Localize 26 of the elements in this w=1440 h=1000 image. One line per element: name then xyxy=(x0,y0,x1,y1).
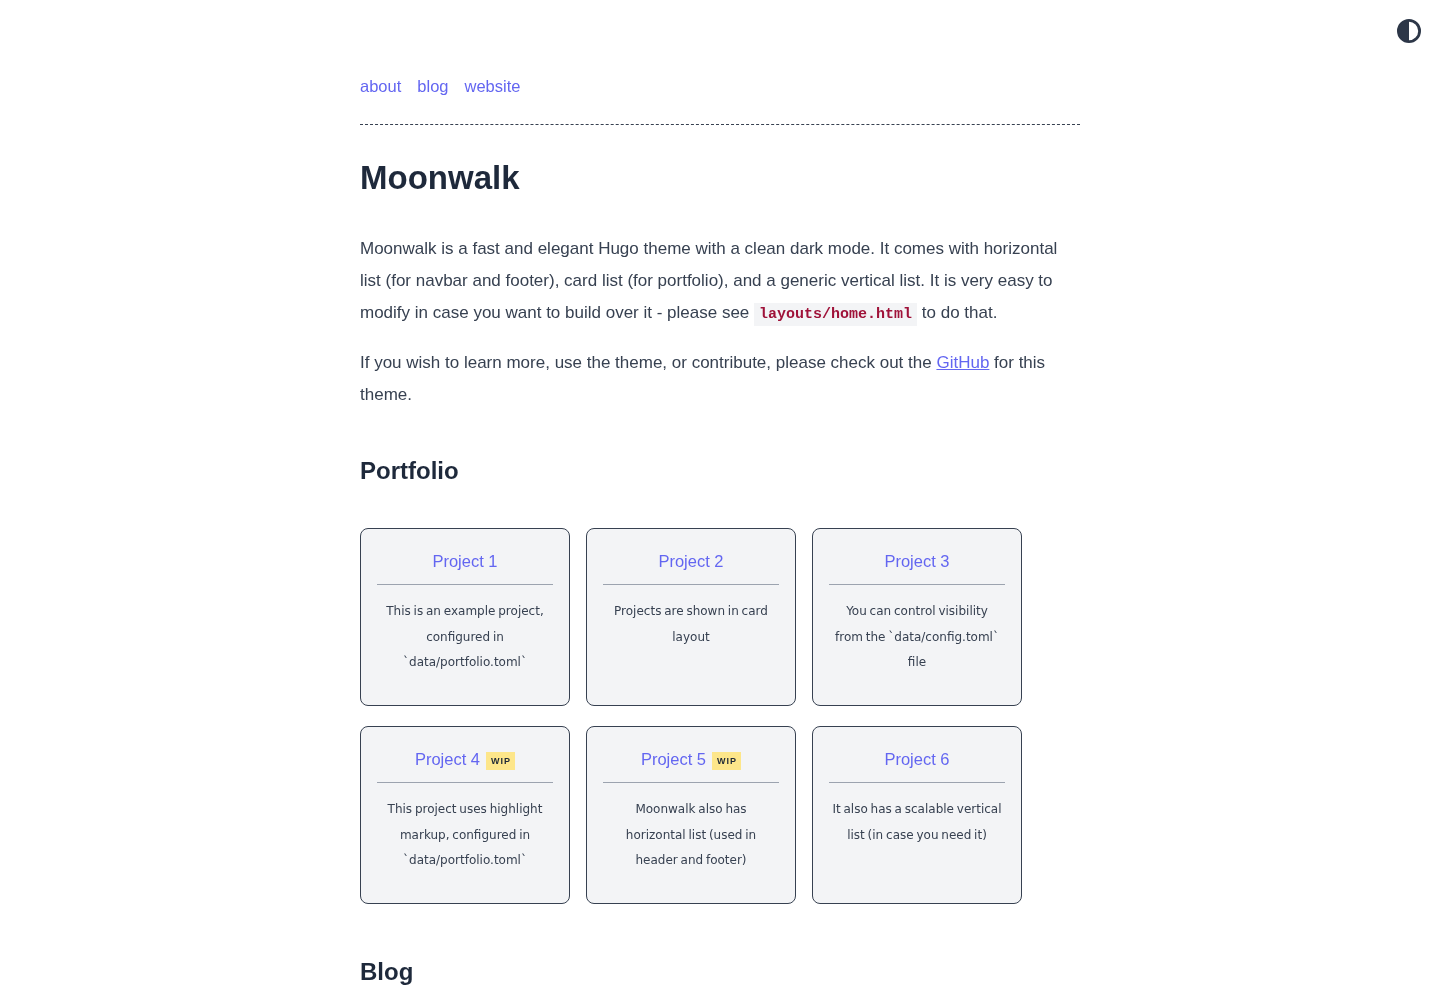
project-link[interactable]: Project 2 xyxy=(658,549,724,573)
inline-code: layouts/home.html xyxy=(754,303,918,326)
nav-link[interactable]: website xyxy=(464,74,521,98)
theme-toggle-button[interactable] xyxy=(1397,19,1421,43)
contrast-icon xyxy=(1397,19,1421,43)
nav-link[interactable]: about xyxy=(360,74,402,98)
project-link[interactable]: Project 5 xyxy=(640,747,707,771)
page-title: Moonwalk xyxy=(360,158,521,198)
status-badge: WIP xyxy=(712,751,742,770)
project-description: It also has a scalable vertical list (in case you need it) xyxy=(831,801,1003,844)
project-description: Projects are shown in card layout xyxy=(613,603,769,646)
intro-paragraph: If you wish to learn more, use the theme, or contribute, please check out the GitHub for this theme. xyxy=(360,352,1047,406)
project-description: You can control visibility from the `data/config.toml` file xyxy=(834,603,1000,671)
nav-link[interactable]: blog xyxy=(417,74,449,98)
inline-link[interactable]: GitHub xyxy=(936,353,990,372)
section-heading: Blog xyxy=(360,957,415,987)
project-description: Moonwalk also has horizontal list (used in header and footer) xyxy=(624,801,758,869)
project-link[interactable]: Project 1 xyxy=(432,549,498,573)
status-badge: WIP xyxy=(486,751,516,770)
section-heading: Portfolio xyxy=(360,456,460,486)
project-description: This project uses highlight markup, configured in `data/portfolio.toml` xyxy=(386,801,544,869)
project-link[interactable]: Project 3 xyxy=(884,549,950,573)
intro-paragraph: Moonwalk is a fast and elegant Hugo theme with a clean dark mode. It comes with horizontal list (for navbar and footer), card list (for portfolio), and a generic vertical list. It is very easy to modify in case you want to build over it - please see layouts/home.html to do that. xyxy=(360,233,1066,331)
project-link[interactable]: Project 6 xyxy=(884,747,950,771)
project-link[interactable]: Project 4 xyxy=(414,747,481,771)
project-description: This is an example project, configured in `data/portfolio.toml` xyxy=(385,603,545,671)
